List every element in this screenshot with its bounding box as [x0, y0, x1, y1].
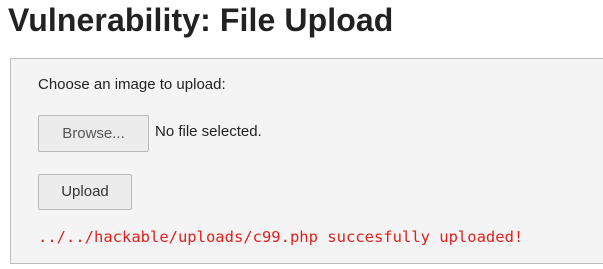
upload-prompt: Choose an image to upload: [38, 76, 226, 93]
browse-button[interactable]: Browse... [38, 115, 149, 152]
upload-panel: Choose an image to upload: Browse... No … [10, 58, 603, 264]
file-status-text: No file selected. [155, 123, 262, 140]
page-title: Vulnerability: File Upload [8, 2, 394, 38]
upload-button[interactable]: Upload [38, 174, 132, 210]
page: Vulnerability: File Upload Choose an ima… [0, 0, 603, 269]
upload-result-message: ../../hackable/uploads/c99.php succesful… [38, 228, 524, 246]
